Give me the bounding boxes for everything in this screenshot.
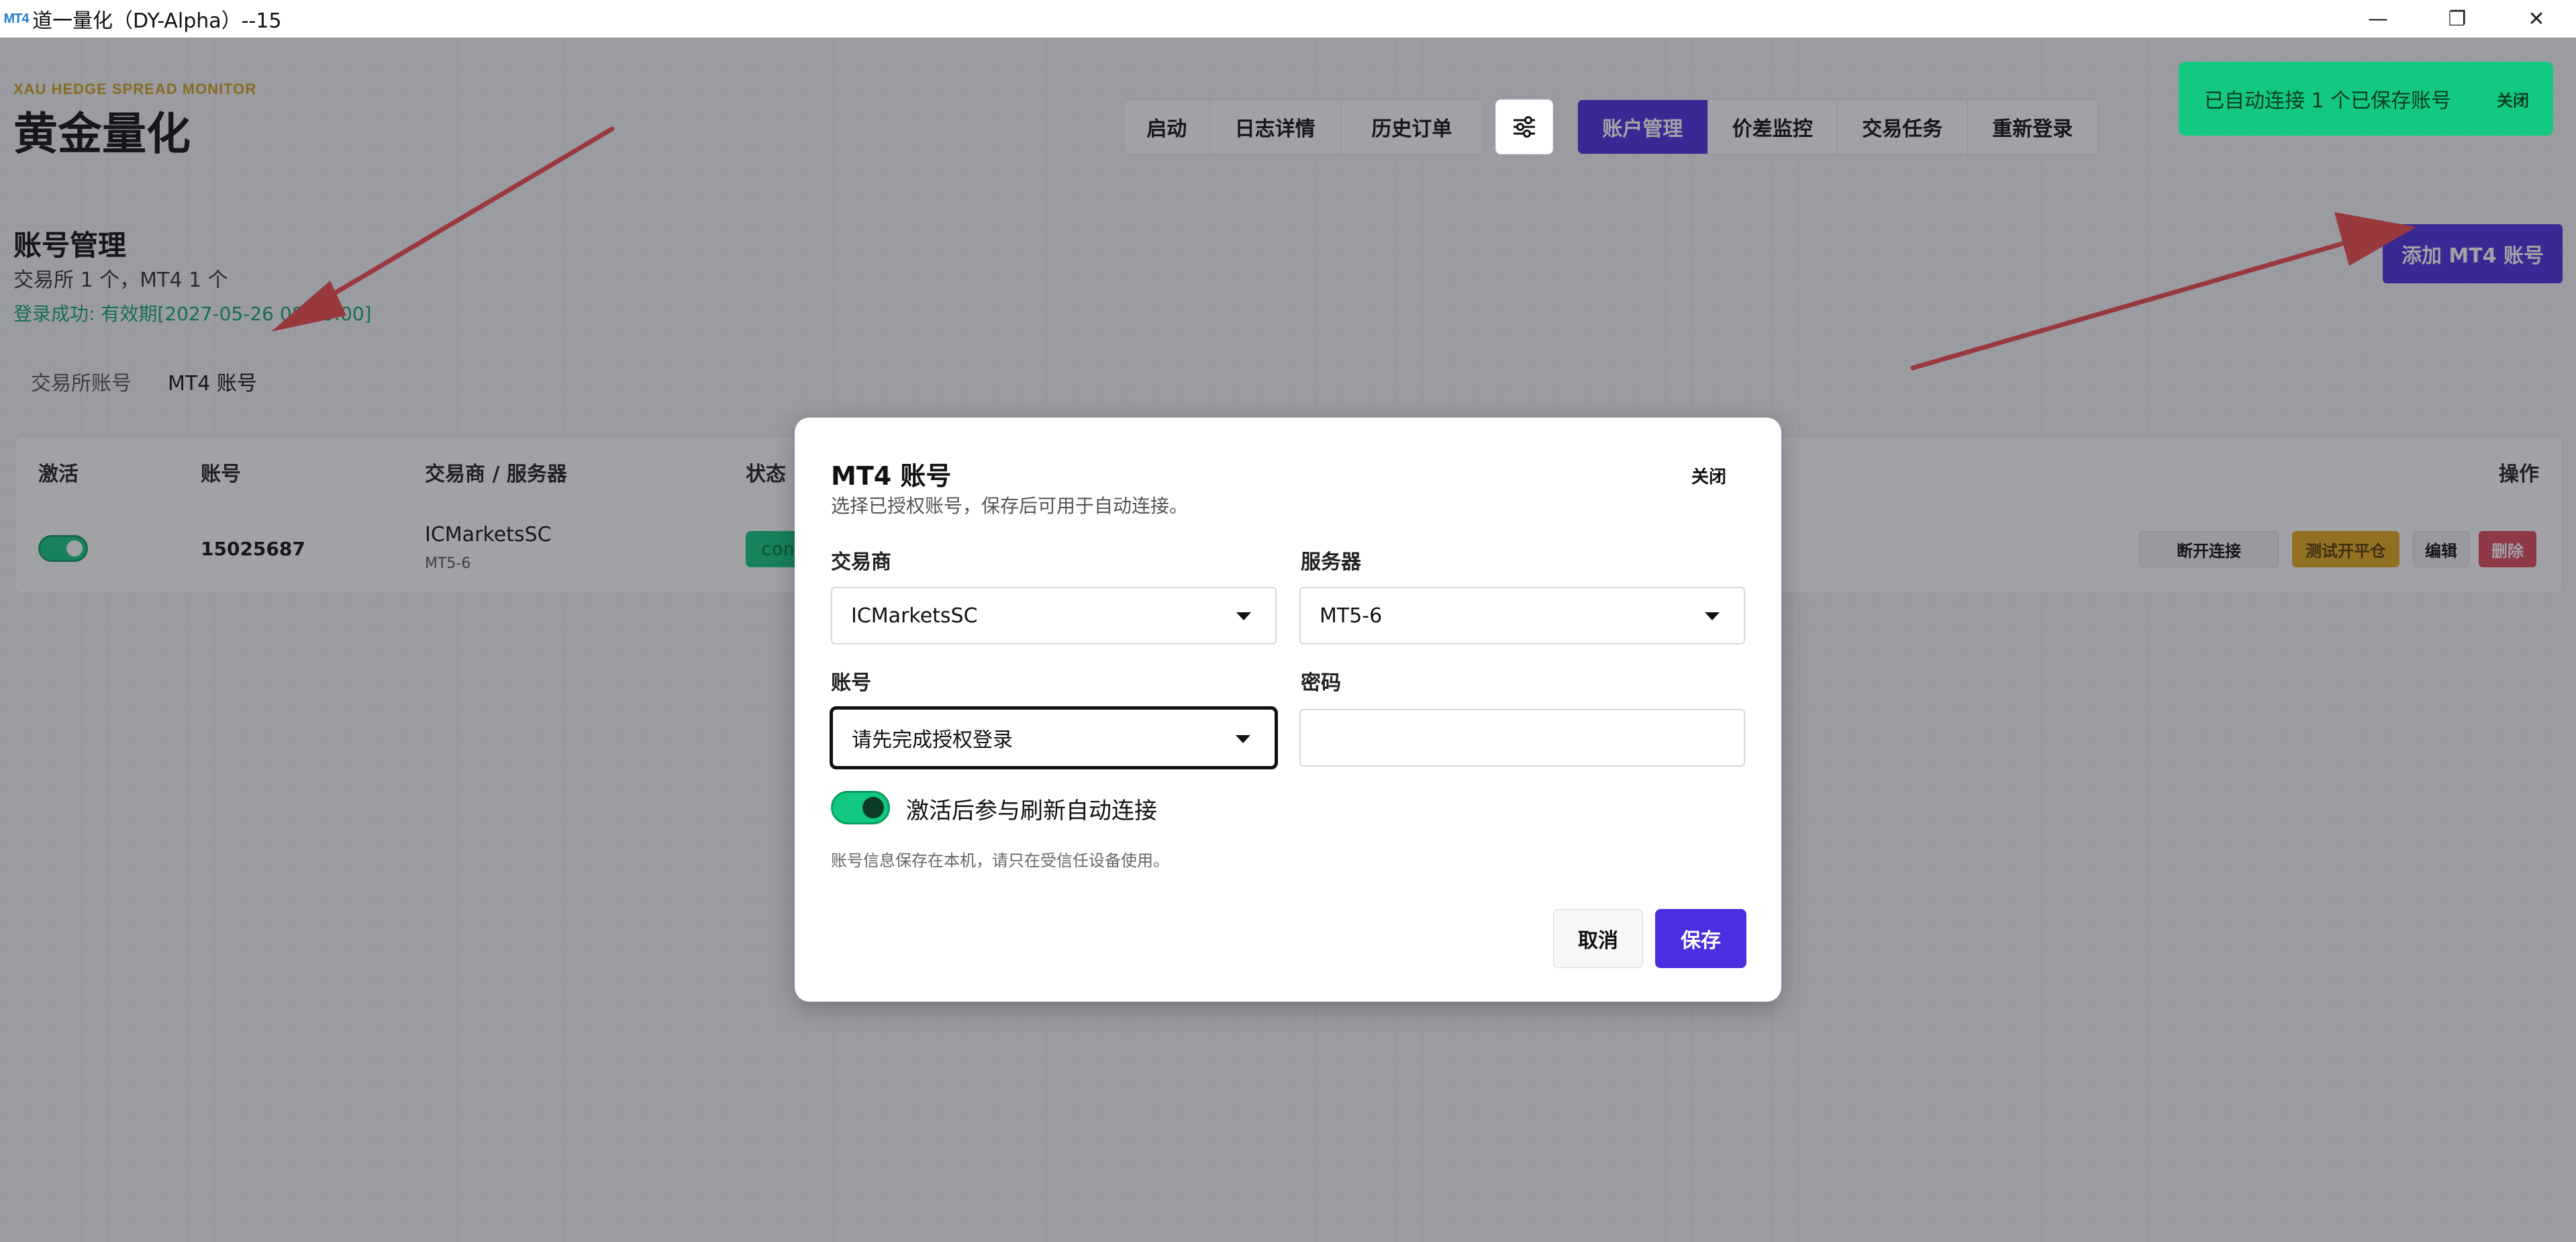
toast-close-button[interactable]: 关闭 [2497,87,2529,111]
account-label: 账号 [831,671,871,695]
account-select[interactable]: 请先完成授权登录 [830,706,1278,769]
chevron-down-icon [1705,612,1720,620]
auto-connect-toggle[interactable] [831,791,890,824]
modal-close-button[interactable]: 关闭 [1691,463,1726,488]
sliders-icon [1514,116,1535,138]
broker-label: 交易商 [831,551,891,574]
toast-notification: 已自动连接 1 个已保存账号 关闭 [2179,62,2553,136]
server-select-value: MT5-6 [1320,604,1383,628]
auto-connect-label: 激活后参与刷新自动连接 [906,798,1157,824]
password-label: 密码 [1301,671,1341,695]
modal-title: MT4 账号 [831,461,952,491]
security-note: 账号信息保存在本机，请只在受信任设备使用。 [831,851,1169,870]
chevron-down-icon [1236,735,1250,743]
broker-select-value: ICMarketsSC [851,604,978,628]
toast-text: 已自动连接 1 个已保存账号 [2204,89,2452,113]
server-label: 服务器 [1301,551,1361,574]
cancel-button[interactable]: 取消 [1553,909,1643,968]
settings-filter-button[interactable] [1495,99,1553,154]
password-input[interactable] [1299,709,1745,767]
server-select[interactable]: MT5-6 [1299,587,1745,644]
modal-subtitle: 选择已授权账号，保存后可用于自动连接。 [831,495,1189,517]
chevron-down-icon [1236,612,1251,620]
broker-select[interactable]: ICMarketsSC [831,587,1277,644]
account-select-value: 请先完成授权登录 [852,728,1013,752]
toggle-knob [862,797,884,818]
save-button[interactable]: 保存 [1655,909,1746,968]
mt4-account-modal: MT4 账号 选择已授权账号，保存后可用于自动连接。 关闭 交易商 ICMark… [795,418,1781,1002]
